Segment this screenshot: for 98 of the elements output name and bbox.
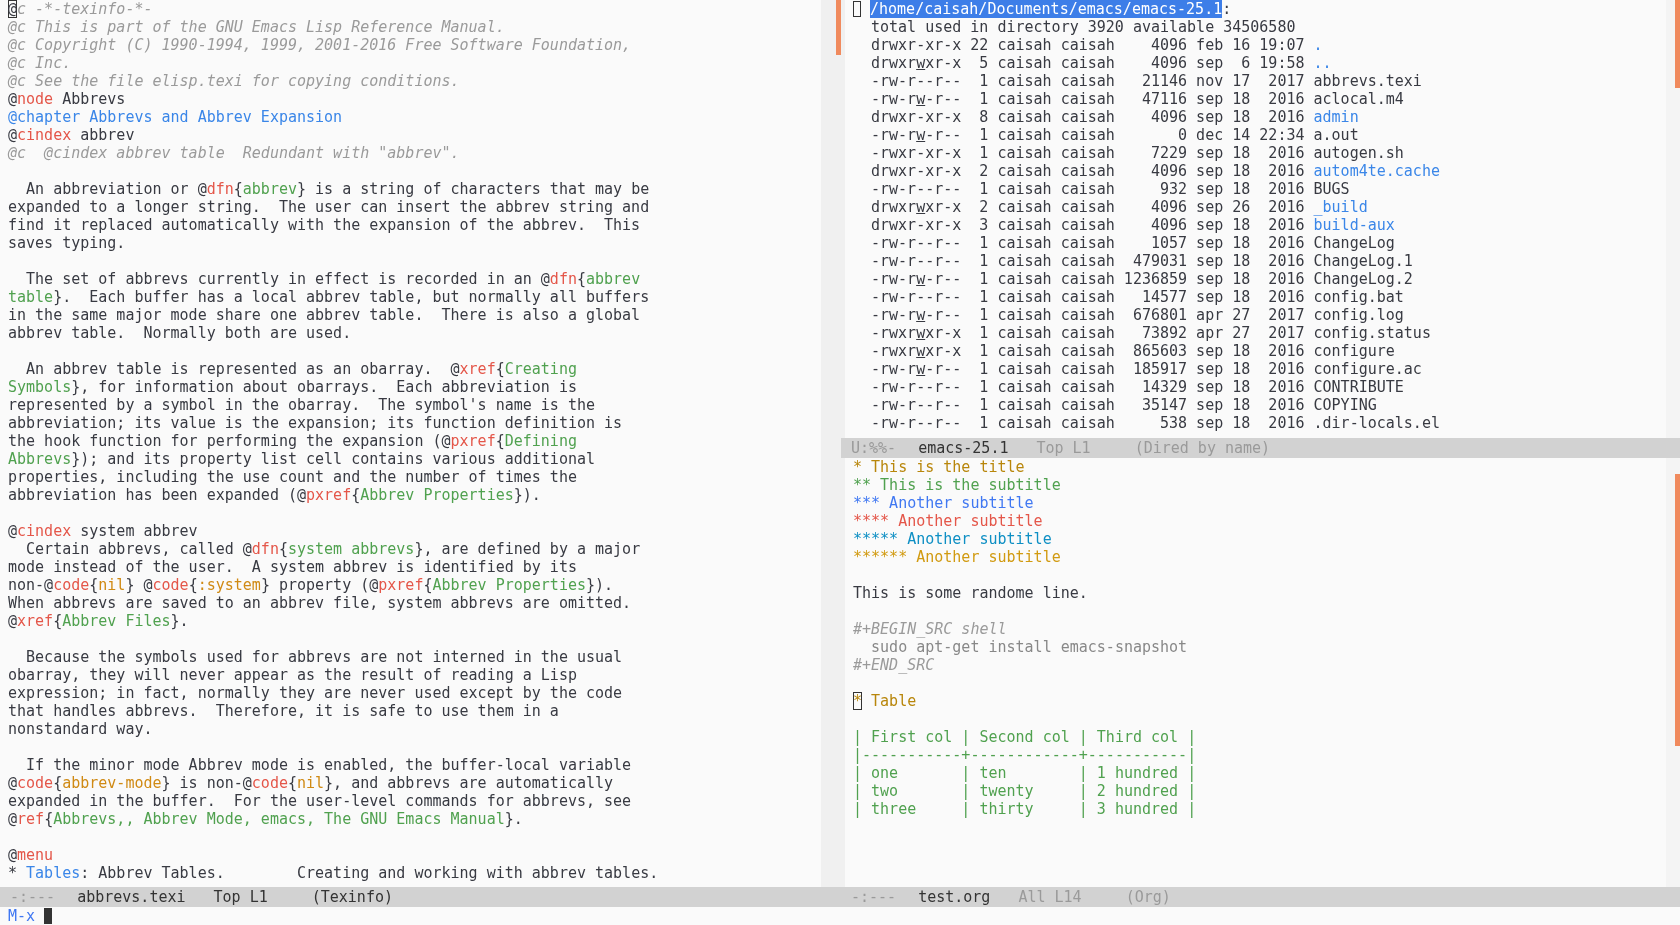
- code-line: **** Another subtitle: [853, 512, 1044, 530]
- code-line: Certain abbrevs, called @dfn{system abbrevs}, are defined by a major: [25, 540, 642, 558]
- code-line: abbreviation has been expanded (@pxref{Abbrev Properties}).: [8, 486, 542, 504]
- file-row[interactable]: -rw-r--r-- 1 caisah caisah 538 sep 18 2016 .dir-locals.el: [853, 414, 1666, 432]
- line-position: All L14: [1018, 887, 1082, 907]
- code-line: @xref{Abbrev Files}.: [8, 612, 190, 630]
- code-line: non-@code{nil} @code{:system} property (@pxref{Abbrev Properties}).: [8, 576, 615, 594]
- code-line: @menu: [8, 846, 55, 864]
- file-row[interactable]: -rw-r--r-- 1 caisah caisah 1057 sep 18 2016 ChangeLog: [853, 234, 1666, 252]
- major-mode: (Dired by name): [1134, 438, 1271, 458]
- directory-path: /home/caisah/Documents/emacs/emacs-25.1: [870, 0, 1223, 18]
- file-row[interactable]: drwxr-xr-x 3 caisah caisah 4096 sep 18 2016 build-aux: [853, 216, 1666, 234]
- code-line: * This is the title: [853, 458, 1026, 476]
- minibuffer-prompt: M-x: [8, 907, 36, 925]
- code-line: @cindex abbrev: [8, 126, 136, 144]
- code-line: An abbrev table is represented as an obarray. @xref{Creating: [25, 360, 578, 378]
- code-line: | one | ten | 1 hundred |: [853, 764, 1198, 782]
- major-mode: (Org): [1125, 887, 1171, 907]
- code-line: @c This is part of the GNU Emacs Lisp Reference Manual.: [8, 18, 506, 36]
- file-row[interactable]: drwxr-xr-x 22 caisah caisah 4096 feb 16 19:07 .: [853, 36, 1666, 54]
- file-row[interactable]: drwxrwxr-x 2 caisah caisah 4096 sep 26 2016 _build: [853, 198, 1666, 216]
- code-line: @c @cindex abbrev table Redundant with "abbrev".: [8, 144, 461, 162]
- code-line: expanded to a longer string. The user can insert the abbrev string and: [8, 198, 651, 216]
- code-line: ****** Another subtitle: [853, 548, 1062, 566]
- directory-summary: total used in directory 3920 available 34506580: [870, 18, 1297, 36]
- code-line: Symbols}, for information about obarrays. Each abbreviation is: [8, 378, 578, 396]
- code-line: @c Copyright (C) 1990-1994, 1999, 2001-2016 Free Software Foundation,: [8, 36, 633, 54]
- file-row[interactable]: drwxr-xr-x 8 caisah caisah 4096 sep 18 2016 admin: [853, 108, 1666, 126]
- code-line: #+BEGIN_SRC shell: [853, 620, 1008, 638]
- major-mode: (Texinfo): [311, 887, 393, 907]
- code-line: @code{abbrev-mode} is non-@code{nil}, and abbrevs are automatically: [8, 774, 615, 792]
- code-line: that handles abbrevs. Therefore, it is safe to use them in a: [8, 702, 560, 720]
- code-line: ** This is the subtitle: [853, 476, 1062, 494]
- code-line: expression; in fact, normally they are never used except by the code: [8, 684, 624, 702]
- mode-line-status: U:%%-: [851, 438, 897, 458]
- line-position: Top L1: [213, 887, 268, 907]
- code-line: |-----------+------------+-----------|: [853, 746, 1198, 764]
- file-row[interactable]: -rw-r--r-- 1 caisah caisah 35147 sep 18 2016 COPYING: [853, 396, 1666, 414]
- code-line: * Tables: Abbrev Tables. Creating and working with abbrev tables.: [8, 864, 660, 882]
- file-row[interactable]: -rw-rw-r-- 1 caisah caisah 0 dec 14 22:34 a.out: [853, 126, 1666, 144]
- code-line: mode instead of the user. A system abbrev is identified by its: [8, 558, 578, 576]
- code-line: | First col | Second col | Third col |: [853, 728, 1198, 746]
- code-line: in the same major mode share one abbrev table. There is also a global: [8, 306, 642, 324]
- file-row[interactable]: -rw-r--r-- 1 caisah caisah 932 sep 18 2016 BUGS: [853, 180, 1666, 198]
- code-line: obarray, they will never appear as the result of reading a Lisp: [8, 666, 578, 684]
- code-line: abbrev table. Normally both are used.: [8, 324, 353, 342]
- code-line: represented by a symbol in the obarray. The symbol's name is the: [8, 396, 596, 414]
- code-line: Abbrevs}); and its property list cell contains various additional: [8, 450, 596, 468]
- code-line: The set of abbrevs currently in effect is recorded in an @dfn{abbrev: [25, 270, 642, 288]
- code-line: expanded in the buffer. For the user-level commands for abbrevs, see: [8, 792, 633, 810]
- file-row[interactable]: -rwxrwxr-x 1 caisah caisah 73892 apr 27 2017 config.status: [853, 324, 1666, 342]
- file-row[interactable]: drwxrwxr-x 5 caisah caisah 4096 sep 6 19:58 ..: [853, 54, 1666, 72]
- file-row[interactable]: -rw-r--r-- 1 caisah caisah 14577 sep 18 2016 config.bat: [853, 288, 1666, 306]
- code-line: @cindex system abbrev: [8, 522, 199, 540]
- scrollbar-thumb[interactable]: [836, 0, 841, 55]
- code-line: sudo apt-get install emacs-snapshot: [870, 638, 1189, 656]
- code-line: table}. Each buffer has a local abbrev table, but normally all buffers: [8, 288, 651, 306]
- file-row[interactable]: -rw-rw-r-- 1 caisah caisah 676801 apr 27 2017 config.log: [853, 306, 1666, 324]
- file-row[interactable]: -rw-rw-r-- 1 caisah caisah 185917 sep 18 2016 configure.ac: [853, 360, 1666, 378]
- code-line: saves typing.: [8, 234, 127, 252]
- line-position: Top L1: [1036, 438, 1091, 458]
- code-line: @c See the file elisp.texi for copying conditions.: [8, 72, 461, 90]
- code-line: #+END_SRC: [853, 656, 936, 674]
- code-line: abbreviation; its value is the expansion; its function definition is: [8, 414, 624, 432]
- code-line: If the minor mode Abbrev mode is enabled, the buffer-local variable: [25, 756, 633, 774]
- header-colon: :: [1222, 0, 1232, 18]
- scrollbar-thumb[interactable]: [1675, 474, 1680, 746]
- code-line: *** Another subtitle: [853, 494, 1035, 512]
- file-row[interactable]: -rw-r--r-- 1 caisah caisah 14329 sep 18 2016 CONTRIBUTE: [853, 378, 1666, 396]
- mode-line-status: -:---: [851, 887, 897, 907]
- code-line: An abbreviation or @dfn{abbrev} is a string of characters that may be: [25, 180, 651, 198]
- code-line: properties, including the use count and the number of times the: [8, 468, 578, 486]
- code-line: | three | thirty | 3 hundred |: [853, 800, 1198, 818]
- buffer-name: test.org: [918, 887, 991, 907]
- code-line: @chapter Abbrevs and Abbrev Expansion: [8, 108, 344, 126]
- file-row[interactable]: -rw-rw-r-- 1 caisah caisah 47116 sep 18 2016 aclocal.m4: [853, 90, 1666, 108]
- code-line: nonstandard way.: [8, 720, 154, 738]
- buffer-name: abbrevs.texi: [77, 887, 186, 907]
- file-row[interactable]: -rwxrwxr-x 1 caisah caisah 865603 sep 18 2016 configure: [853, 342, 1666, 360]
- file-row[interactable]: -rw-rw-r-- 1 caisah caisah 1236859 sep 18 2016 ChangeLog.2: [853, 270, 1666, 288]
- file-row[interactable]: -rw-r--r-- 1 caisah caisah 479031 sep 18 2016 ChangeLog.1: [853, 252, 1666, 270]
- code-line: ***** Another subtitle: [853, 530, 1053, 548]
- code-line: This is some randome line.: [853, 584, 1089, 602]
- code-line: | two | twenty | 2 hundred |: [853, 782, 1198, 800]
- code-line: @node Abbrevs: [8, 90, 127, 108]
- code-line: Because the symbols used for abbrevs are not interned in the usual: [25, 648, 624, 666]
- scrollbar-thumb[interactable]: [1675, 0, 1680, 88]
- file-row[interactable]: drwxr-xr-x 2 caisah caisah 4096 sep 18 2016 autom4te.cache: [853, 162, 1666, 180]
- code-line: @ref{Abbrevs,, Abbrev Mode, emacs, The GNU Emacs Manual}.: [8, 810, 524, 828]
- buffer-name: emacs-25.1: [918, 438, 1009, 458]
- code-line: find it replaced automatically with the expansion of the abbrev. This: [8, 216, 642, 234]
- file-row[interactable]: -rwxr-xr-x 1 caisah caisah 7229 sep 18 2016 autogen.sh: [853, 144, 1666, 162]
- code-line: * Table: [853, 692, 918, 710]
- code-line: the hook function for performing the expansion (@pxref{Defining: [8, 432, 578, 450]
- mode-line-status: -:---: [10, 887, 56, 907]
- code-line: When abbrevs are saved to an abbrev file, system abbrevs are omitted.: [8, 594, 633, 612]
- file-row[interactable]: -rw-r--r-- 1 caisah caisah 21146 nov 17 2017 abbrevs.texi: [853, 72, 1666, 90]
- code-line: @c Inc.: [8, 54, 73, 72]
